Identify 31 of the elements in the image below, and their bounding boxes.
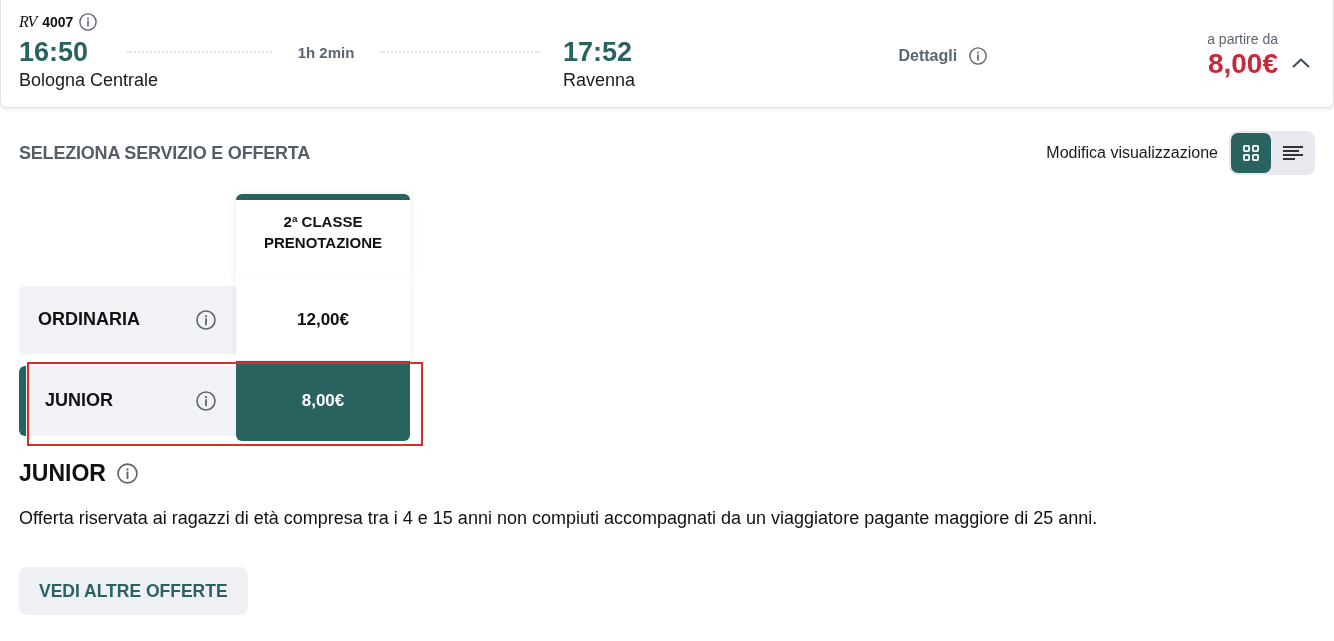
grid-view-button[interactable] [1231, 133, 1271, 173]
info-icon[interactable] [79, 13, 98, 31]
chevron-up-icon[interactable] [1292, 57, 1310, 68]
offer-name: JUNIOR [45, 390, 113, 411]
lowest-price: 8,00€ [1207, 47, 1278, 80]
departure-time: 16:50 [19, 38, 89, 66]
offer-price-cell[interactable]: 12,00€ [236, 279, 410, 360]
text-lines-icon [1283, 146, 1303, 160]
info-icon[interactable] [116, 463, 138, 484]
details-link[interactable]: Dettagli [898, 46, 958, 65]
train-category-logo: RV [19, 13, 37, 31]
grid-view-icon [1243, 145, 1259, 161]
offer-title: JUNIOR [19, 460, 106, 487]
train-number: 4007 [42, 14, 74, 30]
section-title: SELEZIONA SERVIZIO E OFFERTA [19, 142, 311, 164]
offer-label-cell[interactable]: JUNIOR [19, 365, 236, 436]
arrival-time: 17:52 [563, 38, 633, 66]
info-icon[interactable] [969, 46, 988, 65]
price-caption: a partire da [1207, 29, 1278, 48]
offer-description: Offerta riservata ai ragazzi di età compresa tra i 4 e 15 anni non compiuti accompagnati da un viaggiatore pagante maggiore di 25 anni. [19, 507, 1098, 530]
info-icon[interactable] [196, 309, 216, 330]
info-icon[interactable] [196, 390, 216, 411]
journey-duration: 1h 2min [297, 43, 355, 61]
offer-name: ORDINARIA [38, 309, 140, 330]
offer-price-cell[interactable]: 8,00€ [236, 360, 410, 441]
more-offers-button[interactable]: VEDI ALTRE OFFERTE [19, 567, 248, 615]
column-header: 2ª CLASSE PRENOTAZIONE [236, 194, 410, 279]
arrival-station: Ravenna [563, 69, 636, 91]
view-toggle-label: Modifica visualizzazione [1046, 144, 1218, 162]
departure-station: Bologna Centrale [19, 69, 159, 91]
offer-label-cell[interactable]: ORDINARIA [19, 285, 236, 354]
